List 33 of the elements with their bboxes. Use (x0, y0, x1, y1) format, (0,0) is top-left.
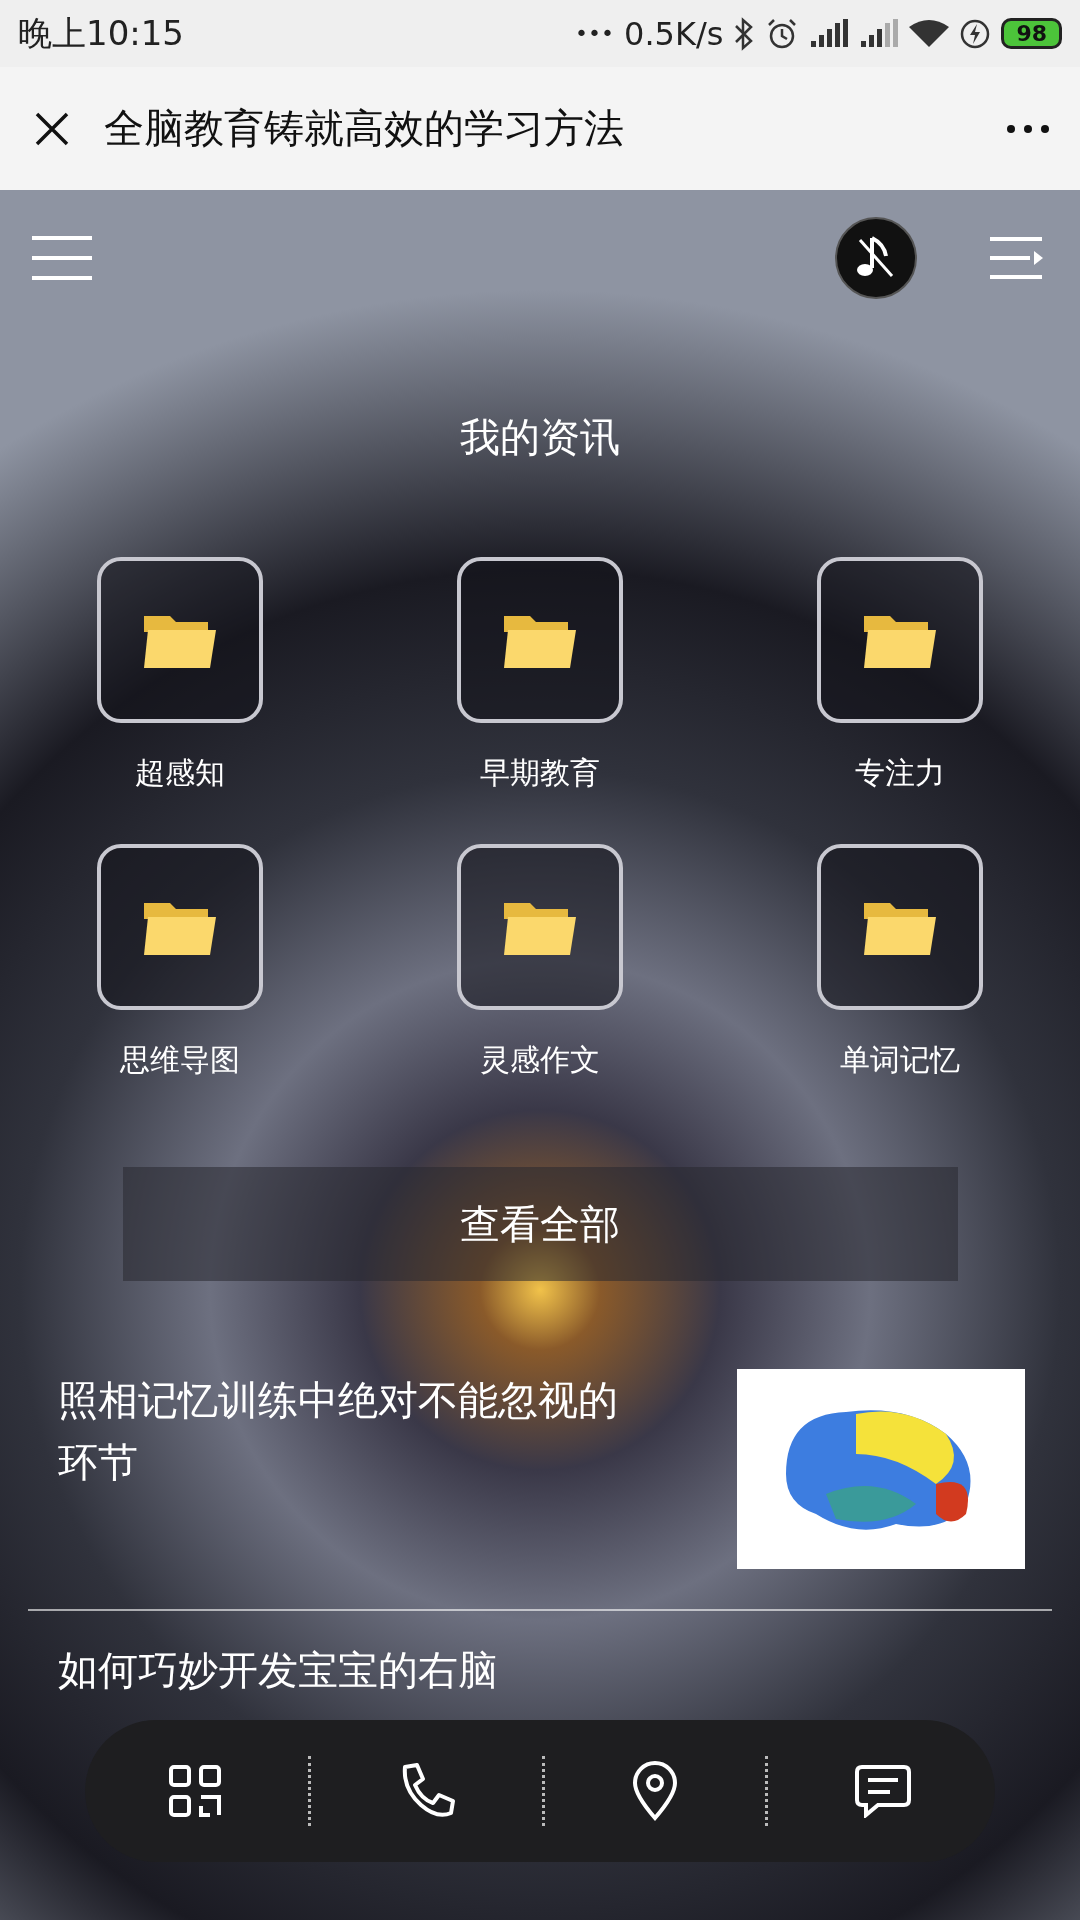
battery-indicator: 98 (1001, 18, 1062, 49)
view-all-button[interactable]: 查看全部 (122, 1167, 958, 1281)
charging-icon (959, 17, 992, 50)
folder-label: 单词记忆 (840, 1041, 960, 1079)
page-title: 全脑教育铸就高效的学习方法 (104, 104, 625, 153)
music-note-icon[interactable] (834, 216, 918, 300)
status-dots: ••• (575, 21, 615, 46)
folder-tile[interactable] (97, 557, 263, 723)
close-icon[interactable] (34, 110, 70, 147)
signal-icon (859, 18, 900, 49)
more-icon[interactable] (1006, 123, 1050, 134)
menu-icon[interactable] (30, 235, 94, 281)
location-pin-icon[interactable] (631, 1761, 680, 1821)
folder-label: 灵感作文 (480, 1041, 600, 1079)
folder-label: 专注力 (855, 754, 945, 792)
section-title: 我的资讯 (460, 413, 620, 462)
folder-tile[interactable] (817, 844, 983, 1010)
folder-tile[interactable] (457, 557, 623, 723)
status-time: 晚上10:15 (18, 11, 184, 55)
folder-tile[interactable] (97, 844, 263, 1010)
folder-label: 早期教育 (480, 754, 600, 792)
list-icon[interactable] (988, 236, 1044, 280)
article-title[interactable]: 照相记忆训练中绝对不能忽视的环节 (58, 1369, 648, 1493)
chat-icon[interactable] (854, 1764, 912, 1818)
qr-code-icon[interactable] (167, 1764, 222, 1818)
article-title[interactable]: 如何巧妙开发宝宝的右脑 (58, 1639, 648, 1701)
folder-tile[interactable] (817, 557, 983, 723)
signal-icon (809, 18, 850, 49)
folder-tile[interactable] (457, 844, 623, 1010)
folder-label: 思维导图 (120, 1041, 240, 1079)
wifi-icon (909, 18, 950, 49)
network-speed: 0.5K/s (624, 14, 724, 53)
folder-label: 超感知 (135, 754, 225, 792)
